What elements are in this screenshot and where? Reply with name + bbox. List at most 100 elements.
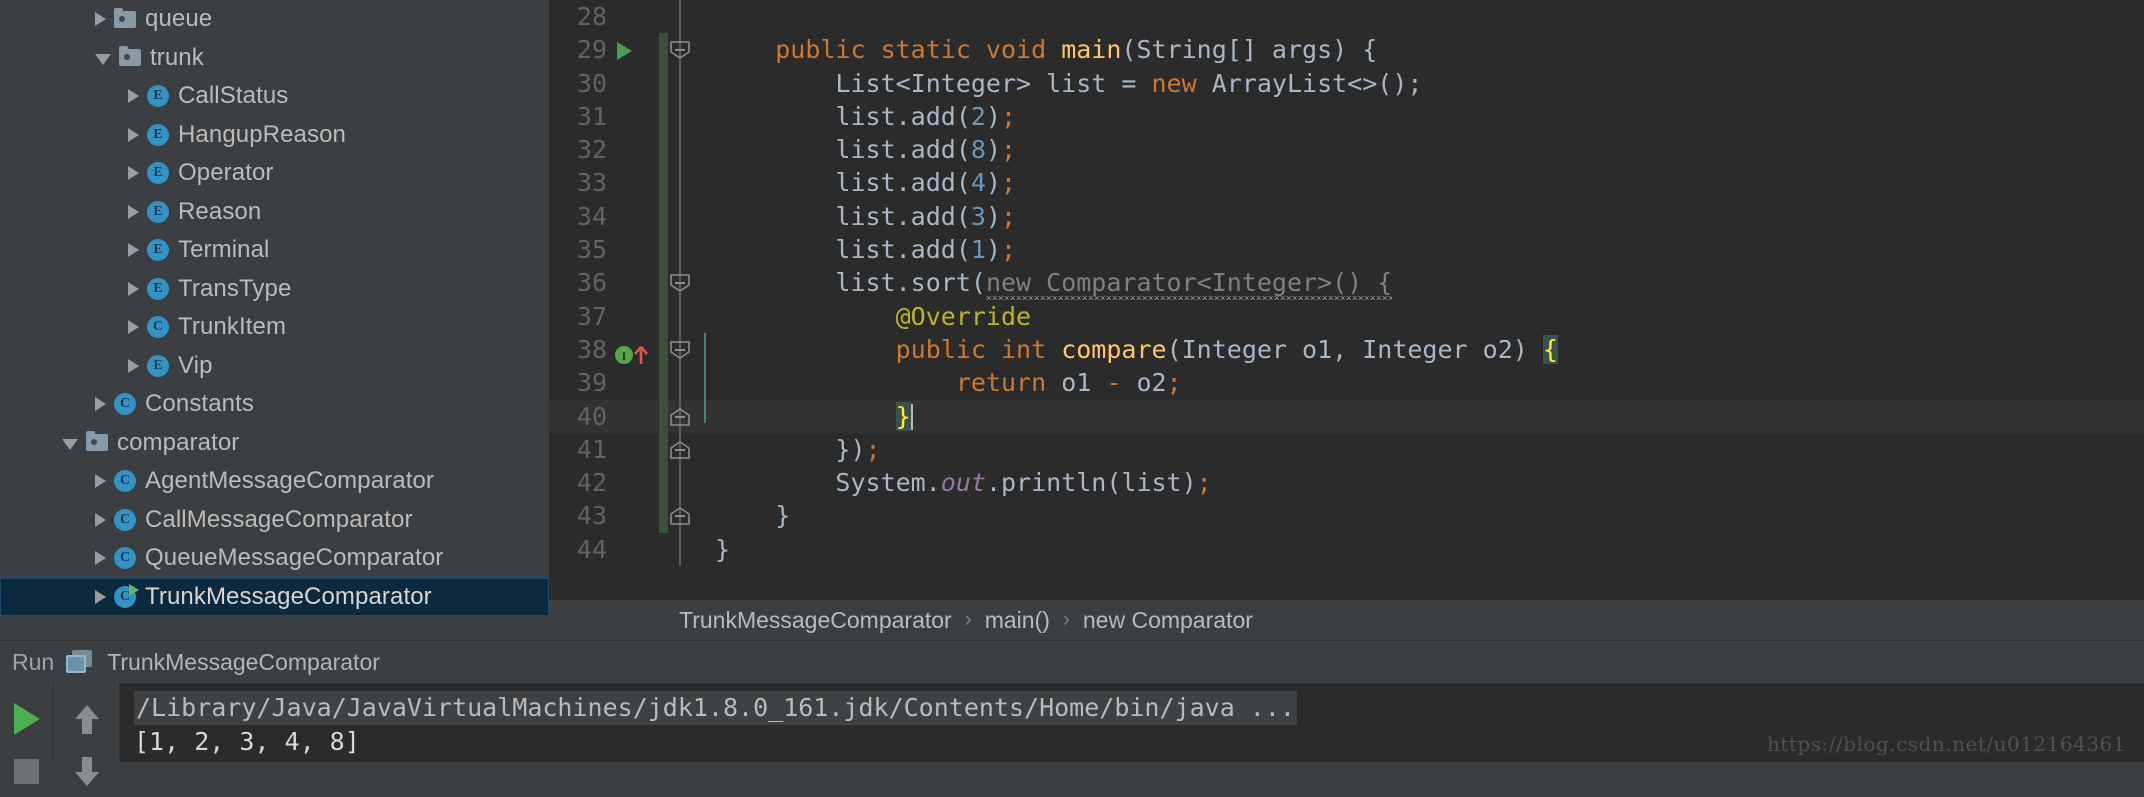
code-text[interactable]: public static void main(String[] args) {	[701, 33, 1377, 66]
fold-close-icon[interactable]	[669, 506, 691, 526]
code-line-29[interactable]: 29 public static void main(String[] args…	[549, 33, 2144, 67]
chevron-right-icon[interactable]	[128, 89, 139, 104]
scroll-down-button[interactable]	[54, 745, 119, 797]
code-text[interactable]: public int compare(Integer o1, Integer o…	[701, 333, 1558, 366]
code-text[interactable]: list.sort(new Comparator<Integer>() {	[701, 266, 1392, 299]
code-text[interactable]: list.add(3);	[701, 200, 1016, 233]
fold-column[interactable]	[659, 299, 701, 333]
fold-close-icon[interactable]	[669, 407, 691, 426]
tree-item-comparator[interactable]: comparator	[0, 424, 549, 463]
fold-open-icon[interactable]	[669, 40, 691, 60]
rerun-button[interactable]	[0, 693, 53, 745]
stop-button[interactable]	[0, 745, 53, 797]
run-arrow-icon[interactable]	[617, 42, 632, 61]
chevron-right-icon[interactable]	[128, 320, 139, 335]
chevron-right-icon[interactable]	[128, 358, 139, 373]
tree-item-hangupreason[interactable]: E HangupReason	[0, 116, 549, 155]
gutter-markers[interactable]	[611, 200, 659, 233]
project-tree[interactable]: queue trunk E CallStatus E HangupReason E Opera…	[0, 0, 549, 640]
fold-column[interactable]	[659, 432, 701, 467]
code-editor[interactable]: 28 29 public static void main(String[] ar…	[549, 0, 2144, 600]
gutter-markers[interactable]	[611, 0, 659, 33]
code-line-31[interactable]: 31 list.add(2);	[549, 99, 2144, 134]
tree-item-trunkitem[interactable]: C TrunkItem	[0, 308, 549, 347]
code-text[interactable]: list.add(8);	[701, 133, 1016, 166]
gutter-markers[interactable]	[611, 466, 659, 499]
chevron-right-icon[interactable]	[128, 243, 139, 258]
code-line-28[interactable]: 28	[549, 0, 2144, 34]
fold-column[interactable]	[659, 166, 701, 200]
tree-item-terminal[interactable]: E Terminal	[0, 231, 549, 270]
gutter-markers[interactable]	[611, 166, 659, 199]
fold-column[interactable]	[659, 499, 701, 533]
gutter-markers[interactable]	[611, 433, 659, 466]
gutter-markers[interactable]: I	[611, 333, 659, 366]
scroll-up-button[interactable]	[54, 693, 119, 745]
tree-item-queue[interactable]: queue	[0, 0, 549, 39]
code-line-35[interactable]: 35 list.add(1);	[549, 233, 2144, 267]
fold-column[interactable]	[659, 532, 701, 567]
tree-item-callmessagecomparator[interactable]: C CallMessageComparator	[0, 501, 549, 540]
gutter-markers[interactable]	[611, 233, 659, 266]
code-text[interactable]: list.add(2);	[701, 100, 1016, 133]
code-line-32[interactable]: 32 list.add(8);	[549, 133, 2144, 167]
tree-item-queuemessagecomparator[interactable]: C QueueMessageComparator	[0, 539, 549, 578]
fold-column[interactable]	[659, 33, 701, 67]
chevron-right-icon[interactable]	[95, 397, 106, 412]
code-line-30[interactable]: 30 List<Integer> list = new ArrayList<>(…	[549, 66, 2144, 100]
code-text[interactable]: list.add(4);	[701, 166, 1016, 199]
code-line-39[interactable]: 39 return o1 - o2;	[549, 366, 2144, 400]
chevron-right-icon[interactable]	[128, 166, 139, 181]
code-line-40[interactable]: 40 }	[549, 399, 2144, 433]
code-text[interactable]: }	[701, 499, 790, 532]
tree-item-vip[interactable]: E Vip	[0, 347, 549, 386]
tree-item-trunkmessagecomparator[interactable]: C TrunkMessageComparator	[0, 577, 549, 616]
tree-item-transtype[interactable]: E TransType	[0, 270, 549, 309]
fold-column[interactable]	[659, 233, 701, 267]
chevron-right-icon[interactable]	[95, 551, 106, 566]
code-text[interactable]: list.add(1);	[701, 233, 1016, 266]
code-text[interactable]: }	[701, 400, 913, 433]
fold-open-icon[interactable]	[669, 273, 691, 293]
tree-item-agentmessagecomparator[interactable]: C AgentMessageComparator	[0, 462, 549, 501]
fold-column[interactable]	[659, 199, 701, 234]
code-text[interactable]: @Override	[701, 300, 1031, 333]
chevron-right-icon[interactable]	[128, 127, 139, 142]
fold-column[interactable]	[659, 366, 701, 400]
chevron-right-icon[interactable]	[95, 474, 106, 489]
gutter-markers[interactable]	[611, 67, 659, 100]
fold-column[interactable]	[659, 466, 701, 500]
fold-column[interactable]	[659, 399, 701, 433]
code-text[interactable]: List<Integer> list = new ArrayList<>();	[701, 67, 1422, 100]
tree-item-callstatus[interactable]: E CallStatus	[0, 77, 549, 116]
code-line-34[interactable]: 34 list.add(3);	[549, 199, 2144, 234]
tree-item-reason[interactable]: E Reason	[0, 193, 549, 232]
code-line-36[interactable]: 36 list.sort(new Comparator<Integer>() {	[549, 266, 2144, 300]
code-text[interactable]: }	[701, 533, 730, 566]
fold-open-icon[interactable]	[669, 340, 691, 359]
code-text[interactable]: });	[701, 433, 880, 466]
editor-breadcrumb[interactable]: TrunkMessageComparator › main() › new Compar…	[549, 600, 2144, 640]
gutter-markers[interactable]	[611, 33, 659, 66]
fold-column[interactable]	[659, 0, 701, 34]
gutter-markers[interactable]	[611, 533, 659, 566]
code-line-41[interactable]: 41 });	[549, 432, 2144, 467]
gutter-markers[interactable]	[611, 300, 659, 333]
chevron-down-icon[interactable]	[62, 438, 78, 450]
fold-column[interactable]	[659, 266, 701, 300]
code-line-42[interactable]: 42 System.out.println(list);	[549, 466, 2144, 500]
gutter-markers[interactable]	[611, 100, 659, 133]
fold-close-icon[interactable]	[669, 440, 691, 459]
gutter-markers[interactable]	[611, 133, 659, 166]
tree-item-constants[interactable]: C Constants	[0, 385, 549, 424]
breadcrumb-item[interactable]: main()	[985, 607, 1050, 634]
tree-item-operator[interactable]: E Operator	[0, 154, 549, 193]
gutter-markers[interactable]	[611, 499, 659, 532]
chevron-right-icon[interactable]	[95, 12, 106, 27]
breadcrumb-item[interactable]: TrunkMessageComparator	[679, 607, 952, 634]
tree-item-trunk[interactable]: trunk	[0, 39, 549, 78]
gutter-markers[interactable]	[611, 266, 659, 299]
fold-column[interactable]	[659, 133, 701, 167]
chevron-right-icon[interactable]	[95, 589, 106, 604]
code-line-43[interactable]: 43 }	[549, 499, 2144, 533]
